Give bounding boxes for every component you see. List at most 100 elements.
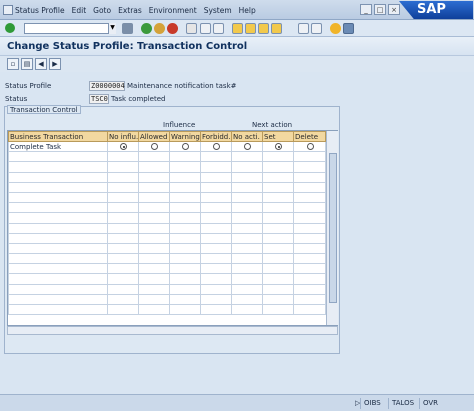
delete-icon[interactable]: ▤ bbox=[21, 58, 33, 70]
col-warning[interactable]: Warning bbox=[169, 131, 201, 142]
row-transaction-name bbox=[8, 293, 108, 306]
empty-cell bbox=[293, 263, 326, 275]
table-row bbox=[8, 303, 326, 316]
status-field: TSC0 bbox=[89, 94, 109, 104]
print-icon[interactable] bbox=[186, 23, 197, 34]
empty-cell bbox=[138, 181, 170, 193]
empty-cell bbox=[200, 181, 232, 193]
statusbar-mode[interactable]: OVR bbox=[419, 398, 438, 409]
col-delete[interactable]: Delete bbox=[293, 131, 326, 142]
empty-cell bbox=[262, 161, 294, 173]
enter-check-icon[interactable] bbox=[5, 23, 15, 33]
exit-icon[interactable] bbox=[154, 23, 165, 34]
empty-cell bbox=[169, 273, 201, 285]
empty-cell bbox=[107, 181, 139, 193]
close-button[interactable]: × bbox=[388, 4, 400, 15]
col-business-transaction[interactable]: Business Transaction bbox=[8, 131, 108, 142]
empty-cell bbox=[107, 242, 139, 255]
vertical-scrollbar[interactable] bbox=[326, 131, 338, 325]
empty-cell bbox=[262, 191, 294, 204]
empty-cell bbox=[169, 191, 201, 204]
empty-cell bbox=[107, 161, 139, 173]
empty-cell bbox=[293, 191, 326, 204]
radio-allowed[interactable] bbox=[151, 143, 158, 151]
empty-cell bbox=[293, 293, 326, 306]
menu-status-profile[interactable]: Status Profile bbox=[15, 6, 65, 15]
command-history-chevron-icon[interactable]: ▼ bbox=[108, 23, 116, 34]
statusbar-server: TALOS bbox=[388, 398, 414, 409]
radio-delete[interactable] bbox=[306, 143, 314, 151]
menu-goto[interactable]: Goto bbox=[93, 6, 111, 15]
sap-logo: SAP bbox=[399, 1, 473, 19]
empty-cell bbox=[231, 161, 263, 173]
status-profile-field: Z0000004 bbox=[89, 81, 125, 91]
next-page-icon[interactable] bbox=[258, 23, 269, 34]
empty-cell bbox=[293, 283, 326, 295]
empty-cell bbox=[200, 293, 232, 306]
row-transaction-name bbox=[8, 222, 108, 234]
sap-logo-text: SAP bbox=[417, 2, 446, 17]
empty-cell bbox=[138, 263, 170, 275]
empty-cell bbox=[231, 293, 263, 306]
new-session-icon[interactable] bbox=[298, 23, 309, 34]
help-icon[interactable] bbox=[330, 23, 341, 34]
col-allowed[interactable]: Allowed bbox=[138, 131, 170, 142]
empty-cell bbox=[169, 171, 201, 183]
cancel-icon[interactable] bbox=[167, 23, 178, 34]
col-forbidden[interactable]: Forbidd. bbox=[200, 131, 232, 142]
empty-cell bbox=[169, 161, 201, 173]
radio-cell bbox=[262, 140, 294, 153]
find-next-icon[interactable] bbox=[213, 23, 224, 34]
empty-cell bbox=[293, 253, 326, 265]
first-page-icon[interactable] bbox=[232, 23, 243, 34]
previous-entry-icon[interactable]: ◀ bbox=[35, 58, 47, 70]
minimize-button[interactable]: _ bbox=[360, 4, 372, 15]
radio-no-acti[interactable] bbox=[244, 143, 251, 151]
menu-system[interactable]: System bbox=[204, 6, 232, 15]
empty-cell bbox=[200, 273, 232, 285]
col-no-action[interactable]: No acti. bbox=[231, 131, 263, 142]
empty-cell bbox=[231, 191, 263, 204]
menu-edit[interactable]: Edit bbox=[72, 6, 87, 15]
row-transaction-name bbox=[8, 273, 108, 285]
radio-no-influ[interactable] bbox=[120, 143, 127, 151]
menu-extras[interactable]: Extras bbox=[118, 6, 142, 15]
empty-cell bbox=[138, 212, 170, 224]
find-icon[interactable] bbox=[200, 23, 211, 34]
status-bar: ▷ OIBS TALOS OVR bbox=[0, 394, 474, 411]
command-field[interactable] bbox=[24, 23, 116, 34]
maximize-button[interactable]: □ bbox=[374, 4, 386, 15]
last-page-icon[interactable] bbox=[271, 23, 282, 34]
back-icon[interactable] bbox=[141, 23, 152, 34]
horizontal-scrollbar[interactable] bbox=[7, 326, 338, 335]
col-set[interactable]: Set bbox=[262, 131, 294, 142]
empty-cell bbox=[107, 263, 139, 275]
standard-toolbar: ▼ bbox=[0, 20, 474, 37]
empty-cell bbox=[293, 303, 326, 316]
save-icon[interactable] bbox=[122, 23, 133, 34]
next-entry-icon[interactable]: ▶ bbox=[49, 58, 61, 70]
statusbar-system: OIBS bbox=[360, 398, 381, 409]
empty-cell bbox=[262, 303, 294, 316]
empty-cell bbox=[293, 181, 326, 193]
empty-cell bbox=[231, 202, 263, 214]
empty-cell bbox=[169, 151, 201, 163]
col-no-influence[interactable]: No influ. bbox=[107, 131, 139, 142]
radio-cell bbox=[138, 140, 170, 153]
new-entry-icon[interactable]: ▫ bbox=[7, 58, 19, 70]
create-shortcut-icon[interactable] bbox=[311, 23, 322, 34]
menu-help[interactable]: Help bbox=[239, 6, 256, 15]
menu-environment[interactable]: Environment bbox=[149, 6, 197, 15]
system-menu-icon[interactable] bbox=[3, 5, 13, 15]
table-row: Complete Task bbox=[8, 140, 326, 153]
radio-set[interactable] bbox=[275, 143, 282, 151]
radio-warning[interactable] bbox=[182, 143, 189, 151]
empty-cell bbox=[138, 283, 170, 295]
row-transaction-name bbox=[8, 202, 108, 214]
layout-menu-icon[interactable] bbox=[343, 23, 354, 34]
scroll-thumb[interactable] bbox=[329, 153, 337, 303]
radio-forbidd[interactable] bbox=[213, 143, 220, 151]
empty-cell bbox=[138, 232, 170, 244]
status-profile-label: Status Profile bbox=[5, 82, 52, 90]
previous-page-icon[interactable] bbox=[245, 23, 256, 34]
